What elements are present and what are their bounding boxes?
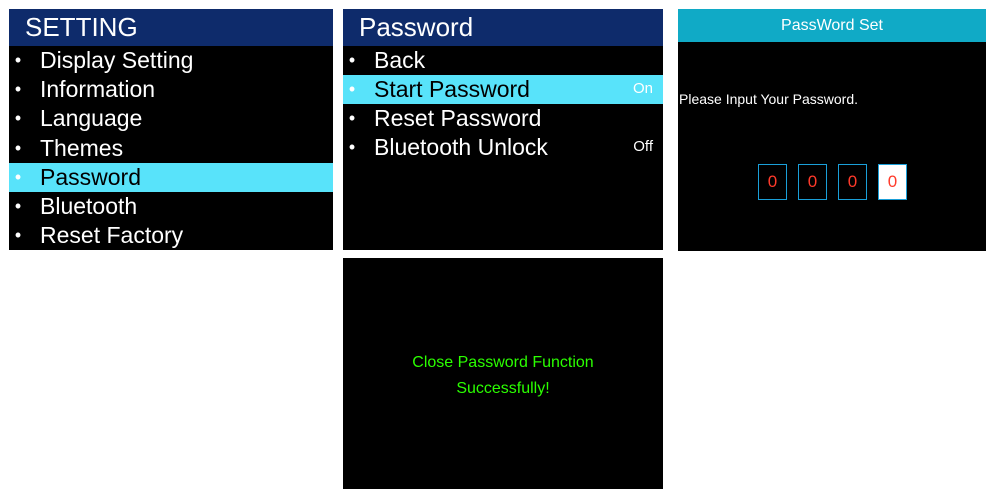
bullet-icon: • [14, 225, 22, 246]
bullet-icon: • [348, 50, 356, 70]
menu-item-label: Password [40, 163, 141, 190]
menu-item-label: Themes [40, 134, 124, 161]
menu-item-label: Display Setting [40, 47, 194, 73]
bullet-icon: • [348, 137, 356, 157]
setting-screen: SETTING • Display Setting • Information … [9, 9, 333, 250]
setting-menu: • Display Setting • Information • Langua… [9, 46, 333, 250]
menu-item-label: Start Password [374, 76, 530, 102]
password-screen: Password • Back • Start Password On • Re… [343, 9, 663, 250]
bullet-icon: • [348, 79, 356, 99]
menu-item-reset-factory[interactable]: • Reset Factory [9, 221, 333, 250]
password-set-title: PassWord Set [678, 9, 986, 42]
success-line-2: Successfully! [456, 380, 550, 397]
menu-item-language[interactable]: • Language [9, 104, 333, 133]
password-digit-4[interactable]: 0 [878, 164, 907, 200]
close-password-screen: Close Password Function Successfully! [343, 258, 663, 489]
password-set-screen: PassWord Set Please Input Your Password.… [678, 9, 986, 251]
menu-item-label: Bluetooth [40, 192, 138, 219]
password-title: Password [343, 9, 663, 46]
menu-item-label: Language [40, 105, 143, 132]
menu-item-bluetooth[interactable]: • Bluetooth [9, 192, 333, 221]
bullet-icon: • [14, 195, 22, 216]
menu-item-back[interactable]: • Back [343, 46, 663, 75]
bluetooth-unlock-state: Off [633, 138, 653, 155]
bullet-icon: • [14, 50, 22, 70]
menu-item-label: Information [40, 76, 156, 103]
success-line-1: Close Password Function [412, 354, 594, 371]
setting-title: SETTING [9, 9, 333, 46]
password-menu: • Back • Start Password On • Reset Passw… [343, 46, 663, 162]
menu-item-label: Reset Password [374, 105, 542, 131]
success-message: Close Password Function Successfully! [343, 350, 663, 402]
bullet-icon: • [14, 166, 22, 187]
password-prompt: Please Input Your Password. [679, 91, 859, 107]
password-digit-1[interactable]: 0 [758, 164, 787, 200]
menu-item-reset-password[interactable]: • Reset Password [343, 104, 663, 133]
bullet-icon: • [14, 79, 22, 100]
bullet-icon: • [14, 108, 22, 129]
menu-item-label: Bluetooth Unlock [374, 134, 548, 160]
bullet-icon: • [348, 108, 356, 128]
password-digit-group: 0 0 0 0 [758, 164, 918, 201]
bullet-icon: • [14, 137, 22, 158]
start-password-state: On [632, 80, 653, 97]
menu-item-information[interactable]: • Information [9, 75, 333, 104]
menu-item-themes[interactable]: • Themes [9, 134, 333, 163]
menu-item-display-setting[interactable]: • Display Setting [9, 46, 333, 75]
menu-item-password[interactable]: • Password [9, 162, 333, 192]
menu-item-bluetooth-unlock[interactable]: • Bluetooth Unlock Off [343, 133, 663, 162]
menu-item-label: Back [374, 47, 426, 73]
password-digit-2[interactable]: 0 [798, 164, 827, 200]
password-digit-3[interactable]: 0 [838, 164, 867, 200]
menu-item-start-password[interactable]: • Start Password On [343, 75, 663, 104]
menu-item-label: Reset Factory [40, 222, 184, 249]
